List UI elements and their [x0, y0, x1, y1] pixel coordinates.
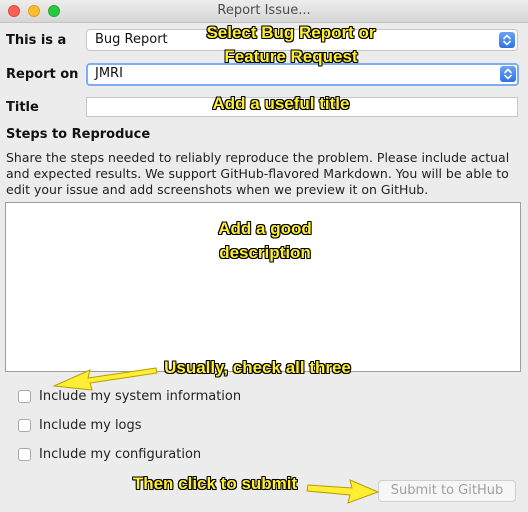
annotation-select-type-line1: Select Bug Report or: [206, 23, 376, 42]
issue-type-label: This is a: [6, 33, 67, 48]
title-bar[interactable]: Report Issue...: [0, 0, 528, 23]
annotation-title-hint: Add a useful title: [212, 94, 350, 113]
steps-help-text: Share the steps needed to reliably repro…: [6, 150, 510, 197]
up-down-chevron-icon: [499, 32, 515, 48]
logs-checkbox[interactable]: [18, 419, 31, 432]
system-info-checkbox[interactable]: [18, 390, 31, 403]
report-on-value: JMRI: [95, 66, 123, 81]
annotation-submit-hint: Then click to submit: [132, 474, 298, 493]
steps-heading: Steps to Reproduce: [6, 127, 151, 142]
configuration-checkbox[interactable]: [18, 448, 31, 461]
report-issue-window: Report Issue... This is a Bug Report Rep…: [0, 0, 528, 512]
annotation-description-line2: description: [219, 243, 311, 262]
title-label: Title: [6, 100, 39, 115]
report-on-label: Report on: [6, 67, 79, 82]
arrow-to-checkboxes-icon: [52, 367, 158, 391]
up-down-chevron-icon: [500, 66, 516, 82]
issue-type-value: Bug Report: [95, 32, 168, 47]
annotation-check-hint: Usually, check all three: [164, 358, 351, 377]
configuration-label[interactable]: Include my configuration: [39, 447, 201, 462]
submit-to-github-button[interactable]: Submit to GitHub: [378, 480, 516, 502]
logs-label[interactable]: Include my logs: [39, 418, 142, 433]
annotation-select-type-line2: Feature Request: [224, 47, 358, 66]
window-title: Report Issue...: [217, 3, 311, 18]
annotation-description-line1: Add a good: [218, 219, 312, 238]
arrow-to-submit-icon: [306, 479, 380, 504]
